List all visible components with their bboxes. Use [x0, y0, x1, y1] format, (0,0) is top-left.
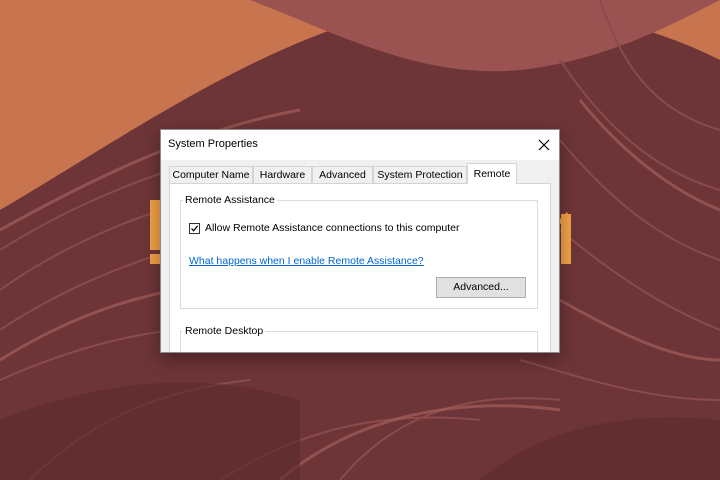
close-icon: [538, 139, 550, 151]
tab-hardware[interactable]: Hardware: [253, 166, 312, 183]
remote-assistance-help-link[interactable]: What happens when I enable Remote Assist…: [189, 255, 424, 267]
remote-tab-panel: Remote Assistance Allow Remote Assistanc…: [169, 183, 551, 352]
system-properties-dialog: System Properties Computer Name Hardware…: [160, 129, 560, 353]
tab-remote[interactable]: Remote: [467, 163, 517, 184]
tab-advanced[interactable]: Advanced: [312, 166, 373, 183]
remote-assistance-heading: Remote Assistance: [183, 194, 277, 206]
tab-computer-name[interactable]: Computer Name: [169, 166, 253, 183]
allow-remote-assistance-label[interactable]: Allow Remote Assistance connections to t…: [205, 222, 459, 234]
checkmark-icon: [191, 225, 199, 232]
remote-desktop-heading: Remote Desktop: [183, 325, 266, 337]
advanced-button[interactable]: Advanced...: [436, 277, 526, 298]
window-title: System Properties: [168, 138, 258, 150]
close-button[interactable]: [529, 130, 559, 160]
tab-system-protection[interactable]: System Protection: [373, 166, 467, 183]
title-bar[interactable]: System Properties: [161, 130, 559, 160]
allow-remote-assistance-checkbox[interactable]: [189, 223, 200, 234]
